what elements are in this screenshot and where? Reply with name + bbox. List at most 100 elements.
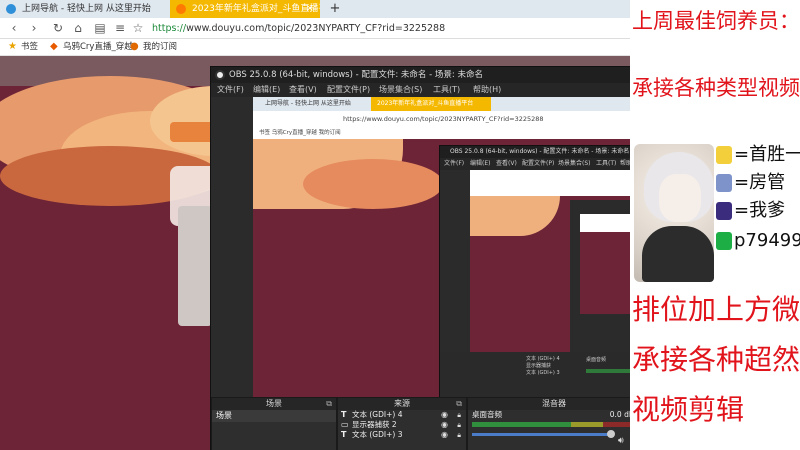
back-icon[interactable]: ‹ — [6, 20, 22, 36]
mixer-title: 混音器 — [542, 399, 566, 408]
overlay-top: 上周最佳饲养员：硕哥 承接各种类型视频剪辑！ — [630, 0, 800, 140]
nested-bookmarks: 书签 乌鸦Cry直播_穿越 我的订阅 — [253, 127, 641, 139]
nested-navigation-bar: https://www.douyu.com/topic/2023NYPARTY_… — [253, 111, 641, 127]
source-label: 显示器捕获 2 — [352, 420, 397, 429]
volume-meter — [472, 422, 632, 427]
subscribe-icon: ● — [130, 41, 139, 52]
legend-text: =首胜一局 — [734, 144, 800, 165]
source-item[interactable]: T 文本 (GDI+) 3 ◉ 🔒︎ — [338, 430, 466, 440]
tab-label: 上网导航 - 轻快上网 从这里开始 — [22, 4, 151, 14]
lock-icon[interactable]: 🔒︎ — [457, 410, 461, 420]
home-icon[interactable]: ⌂ — [70, 20, 86, 36]
lock-icon[interactable]: 🔒︎ — [457, 420, 461, 430]
ie-icon — [6, 4, 16, 14]
menu-tools[interactable]: 工具(T) — [433, 83, 460, 97]
star-icon: ★ — [8, 41, 17, 52]
douyu-icon — [176, 4, 186, 14]
tab-navigation[interactable]: 上网导航 - 轻快上网 从这里开始 — [0, 0, 170, 18]
menu-help[interactable]: 帮助(H) — [473, 83, 501, 97]
promo-line: 承接各种超然 — [632, 343, 800, 376]
legend-row: =房管 — [716, 168, 785, 198]
navigation-bar: ‹ › ↻ ⌂ ▤ ≡ ☆ https://www.douyu.com/topi… — [0, 18, 630, 39]
lock-icon[interactable]: 🔒︎ — [457, 430, 461, 440]
nested-menu-item: 查看(V) — [496, 160, 517, 167]
sources-title: 来源 — [394, 399, 410, 408]
douyu-icon: ◆ — [50, 41, 58, 52]
promo-line: 视频剪辑 — [632, 393, 745, 426]
mixer-dock: 混音器 ⧉ 桌面音频 0.0 dB 🔊︎ ⚙ — [467, 397, 641, 450]
tab-label: 2023年新年礼盒派对_斗鱼直播平台 — [192, 4, 320, 14]
visibility-icon[interactable]: ◉ — [441, 430, 448, 440]
overlay-bottom: 排位加上方微信 承接各种超然 视频剪辑 — [630, 288, 800, 450]
monitor-source-icon: ▭ — [341, 420, 349, 429]
nested-bookmarks-text: 书签 乌鸦Cry直播_穿越 我的订阅 — [259, 130, 341, 136]
menu-view[interactable]: 查看(V) — [289, 83, 317, 97]
obs-menu-bar: 文件(F) 编辑(E) 查看(V) 配置文件(P) 场景集合(S) 工具(T) … — [211, 83, 641, 97]
video-thumbnail[interactable] — [178, 206, 212, 326]
overlay-middle: =首胜一局 =房管 =我爹 p794999 — [630, 140, 800, 288]
slider-knob[interactable] — [607, 430, 615, 438]
obs-window: OBS 25.0.8 (64-bit, windows) - 配置文件: 未命名… — [210, 66, 641, 450]
scenes-header: 场景 ⧉ — [212, 398, 336, 410]
volume-slider[interactable] — [472, 430, 615, 438]
mixer-header: 混音器 ⧉ — [468, 398, 640, 410]
bookmarks-bar: ★ 书签 ◆ 乌鸦Cry直播_穿越 ● 我的订阅 — [0, 39, 630, 56]
visibility-icon[interactable]: ◉ — [441, 410, 448, 420]
bookmark-item[interactable]: ● 我的订阅 — [130, 41, 177, 54]
refresh-icon[interactable]: ↻ — [50, 20, 66, 36]
text-source-icon: T — [341, 410, 347, 419]
sources-header: 来源 ⧉ — [338, 398, 466, 410]
nested-tab-bar: 上网导航 - 轻快上网 从这里开始 2023年新年礼盒派对_斗鱼直播平台 — [253, 97, 641, 111]
mixer-channel-label: 桌面音频 — [472, 410, 502, 419]
menu-edit[interactable]: 编辑(E) — [253, 83, 280, 97]
close-tab-icon[interactable]: × — [306, 0, 314, 18]
obs-preview[interactable]: 上网导航 - 轻快上网 从这里开始 2023年新年礼盒派对_斗鱼直播平台 htt… — [253, 97, 641, 397]
menu-file[interactable]: 文件(F) — [217, 83, 244, 97]
nested-menu-item: 编辑(E) — [470, 160, 491, 167]
favorite-icon[interactable]: ☆ — [130, 20, 146, 36]
cloud-decoration — [303, 159, 443, 209]
avatar-face — [659, 174, 701, 222]
new-tab-button[interactable]: + — [326, 0, 344, 18]
visibility-icon[interactable]: ◉ — [441, 420, 448, 430]
text-source-icon: T — [341, 430, 347, 439]
wechat-icon — [716, 232, 732, 250]
anime-avatar — [634, 144, 714, 282]
speaker-icon[interactable]: 🔊︎ — [618, 436, 624, 446]
address-bar[interactable]: https://www.douyu.com/topic/2023NYPARTY_… — [152, 20, 622, 37]
bookmark-item[interactable]: ★ 书签 — [8, 41, 38, 54]
tab-douyu[interactable]: 2023年新年礼盒派对_斗鱼直播平台 × — [170, 0, 320, 18]
bookmark-item[interactable]: ◆ 乌鸦Cry直播_穿越 — [50, 41, 133, 54]
promo-line: 排位加上方微信 — [632, 293, 800, 326]
bookmark-label: 乌鸦Cry直播_穿越 — [63, 42, 133, 52]
nested-obs-preview — [470, 170, 641, 352]
scene-item[interactable]: 场景 — [212, 410, 336, 422]
reader-icon[interactable]: ▤ — [92, 20, 108, 36]
avatar-body — [642, 226, 714, 282]
source-item[interactable]: T 文本 (GDI+) 4 ◉ 🔒︎ — [338, 410, 466, 420]
obs-docks: 场景 ⧉ 场景 来源 ⧉ T 文本 (GDI+) 4 ◉ 🔒︎ ▭ 显示器捕获 … — [211, 397, 641, 450]
nested-source-item: 文本 (GDI+) 3 — [526, 370, 560, 376]
bookmark-label: 我的订阅 — [143, 42, 178, 52]
menu-profile[interactable]: 配置文件(P) — [327, 83, 370, 97]
popout-icon[interactable]: ⧉ — [456, 398, 462, 410]
obs-title: OBS 25.0.8 (64-bit, windows) - 配置文件: 未命名… — [229, 70, 483, 80]
event-logo — [170, 122, 214, 142]
source-label: 文本 (GDI+) 4 — [352, 410, 403, 419]
menu-scene-collection[interactable]: 场景集合(S) — [379, 83, 422, 97]
nested-menu-item: 工具(T) — [596, 160, 617, 167]
menu-icon[interactable]: ≡ — [112, 20, 128, 36]
nested-tab-active: 2023年新年礼盒派对_斗鱼直播平台 — [371, 97, 491, 111]
source-item[interactable]: ▭ 显示器捕获 2 ◉ 🔒︎ — [338, 420, 466, 430]
legend-text: p794999 — [734, 230, 800, 251]
headline-video-editing: 承接各种类型视频剪辑！ — [632, 76, 800, 100]
bookmark-label: 书签 — [21, 42, 39, 52]
legend-row: =首胜一局 — [716, 140, 800, 170]
scenes-dock: 场景 ⧉ 场景 — [211, 397, 337, 450]
tab-bar: 上网导航 - 轻快上网 从这里开始 2023年新年礼盒派对_斗鱼直播平台 × + — [0, 0, 630, 18]
popout-icon[interactable]: ⧉ — [326, 398, 332, 410]
nested-obs-menu: 文件(F) 编辑(E) 查看(V) 配置文件(P) 场景集合(S) 工具(T) … — [440, 158, 641, 170]
url-text: www.douyu.com/topic/2023NYPARTY_CF?rid=3… — [186, 23, 446, 34]
forward-icon[interactable]: › — [26, 20, 42, 36]
nested-tab: 上网导航 - 轻快上网 从这里开始 — [265, 100, 351, 107]
